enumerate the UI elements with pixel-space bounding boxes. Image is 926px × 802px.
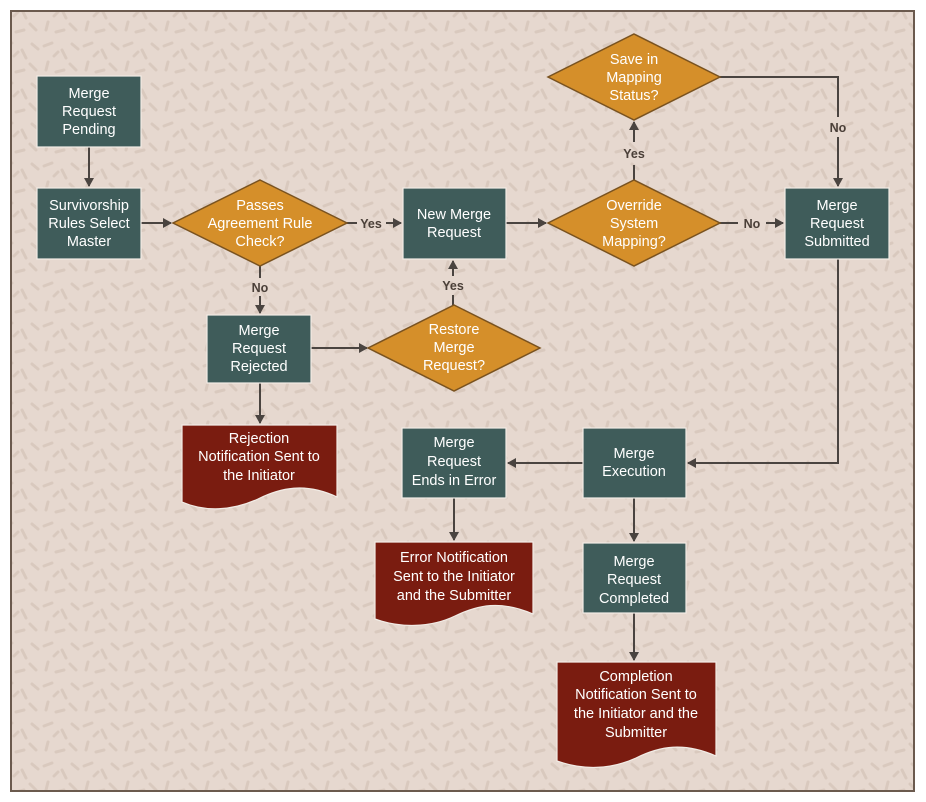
node-merge-execution: Merge Execution [582, 427, 687, 499]
background-texture [12, 12, 913, 790]
svg-text:MergeRequestPending: Merge Request Pending [62, 86, 116, 138]
svg-text:OverrideSystemMapping?: Override System Mapping? [602, 198, 666, 250]
node-merge-request-pending: Merge Request Pending [36, 75, 142, 148]
label-passes-no: No [252, 281, 269, 295]
label-override-no: No [744, 217, 761, 231]
label-restore-yes: Yes [442, 279, 464, 293]
svg-text:Save inMappingStatus?: Save in Mapping Status? [606, 52, 662, 104]
node-new-merge-request: New Merge Request [402, 187, 507, 260]
node-survivorship-rules: Survivorship Rules Select Master [36, 187, 142, 260]
node-merge-request-completed: Merge Request Completed [582, 542, 687, 614]
svg-text:Error NotificationSent to the: Error Notification Sent to the Initiator a… [393, 550, 515, 604]
merge-request-flowchart: Yes No Yes No No Yes Merge Request Pending… [10, 10, 915, 792]
label-override-yes: Yes [623, 147, 645, 161]
node-merge-request-submitted: Merge Request Submitted [784, 187, 890, 260]
label-save-no: No [830, 121, 847, 135]
label-passes-yes: Yes [360, 217, 382, 231]
node-merge-request-rejected: Merge Request Rejected [206, 314, 312, 384]
node-merge-request-ends-in-error: Merge Request Ends in Error [401, 427, 507, 499]
svg-text:MergeRequestRejected: Merge Request Rejected [230, 323, 287, 375]
